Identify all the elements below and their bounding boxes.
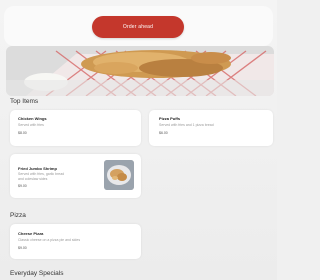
section-title-everyday-specials: Everyday Specials	[10, 270, 64, 277]
item-name: Chicken Wings	[18, 116, 47, 121]
item-description: Served with fries	[18, 123, 44, 127]
menu-item-card[interactable]: Fried Jumbo Shrimp Served with fries, ga…	[10, 154, 141, 198]
item-price: $6.00	[159, 131, 168, 135]
item-name: Cheese Pizza	[18, 231, 44, 236]
menu-item-card[interactable]: Pizza Puffs Served with fries and 1 pizz…	[149, 110, 273, 146]
hero-food-image	[6, 46, 274, 96]
item-description: Served with fries, garlic bread	[18, 172, 65, 176]
menu-item-card[interactable]: Cheese Pizza Classic cheese on a pizza p…	[10, 224, 141, 259]
item-price: $9.00	[18, 246, 27, 250]
item-thumbnail-image	[104, 160, 134, 190]
section-title-top-items: Top Items	[10, 98, 39, 105]
item-name: Fried Jumbo Shrimp	[18, 166, 57, 171]
item-description: Classic cheese on a pizza pie and sides	[18, 238, 81, 242]
section-title-pizza: Pizza	[10, 212, 26, 219]
menu-item-card[interactable]: Chicken Wings Served with fries $8.00	[10, 110, 141, 146]
item-description-line2: and coleslaw sides	[18, 177, 48, 181]
order-ahead-button[interactable]: Order ahead	[92, 16, 184, 38]
item-description: Served with fries and 1 pizza bread	[159, 123, 214, 127]
menu-page: Order ahead Top Items Chicken Wings Serv…	[0, 0, 277, 280]
item-price: $9.00	[18, 184, 27, 188]
item-name: Pizza Puffs	[159, 116, 181, 121]
item-price: $8.00	[18, 131, 27, 135]
